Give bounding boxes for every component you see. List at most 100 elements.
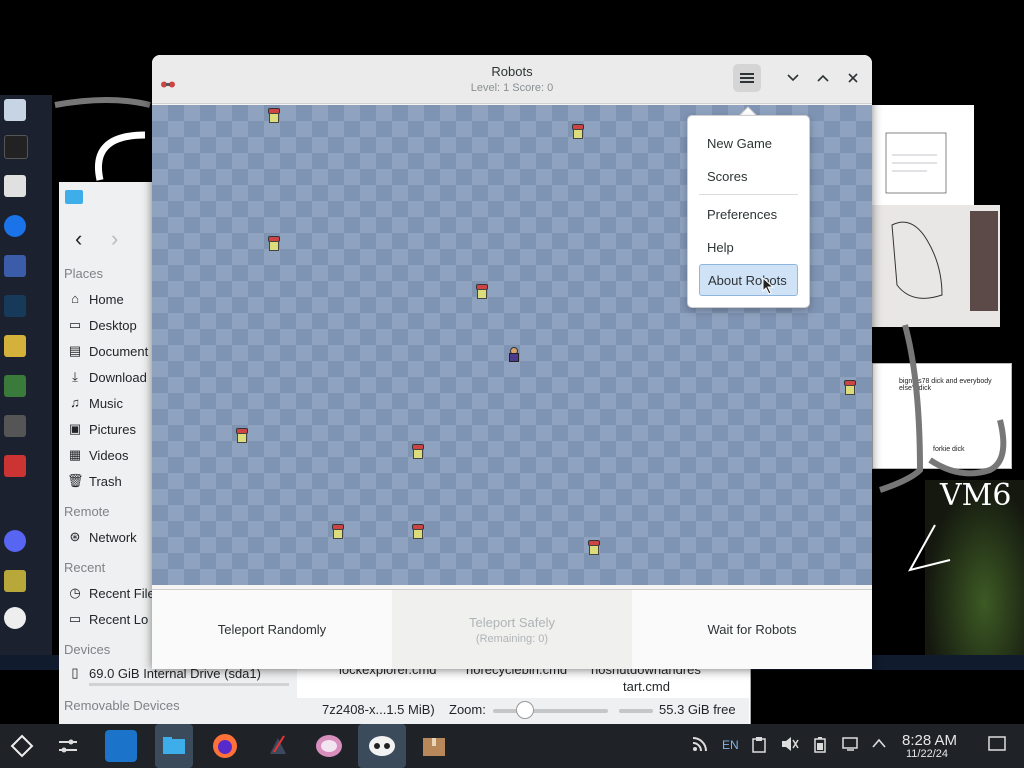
vm-desktop-icons xyxy=(0,95,52,655)
sidebar-item-label: Home xyxy=(89,291,124,307)
app-icon-3[interactable] xyxy=(4,415,26,437)
close-button[interactable] xyxy=(839,64,867,92)
clipboard-icon[interactable] xyxy=(752,736,766,756)
firefox-icon[interactable] xyxy=(209,730,241,762)
pictures-icon: ▣ xyxy=(68,421,82,436)
recent-files-icon: ◷ xyxy=(69,585,81,600)
robot xyxy=(475,284,488,299)
trash-icon: 🗑 xyxy=(67,473,84,488)
wait-for-robots-label: Wait for Robots xyxy=(707,622,797,637)
back-icon[interactable]: ‹ xyxy=(75,226,82,252)
dolphin-file-manager-icon[interactable] xyxy=(155,724,193,768)
level-score: Level: 1 Score: 0 xyxy=(470,82,554,94)
free-space-bar xyxy=(619,709,653,713)
zoom-slider-handle[interactable] xyxy=(516,701,534,719)
sidebar-item-documents[interactable]: ▤ Document xyxy=(67,341,148,361)
forward-icon[interactable]: › xyxy=(111,226,118,252)
free-space: 55.3 GiB free xyxy=(659,702,736,717)
ark-archive-icon[interactable] xyxy=(418,730,450,762)
rss-icon[interactable] xyxy=(692,736,708,755)
edge-icon[interactable] xyxy=(4,215,26,237)
clock-time[interactable]: 8:28 AM xyxy=(902,732,957,749)
robots-task-icon[interactable] xyxy=(358,724,406,768)
system-taskbar xyxy=(0,724,1024,768)
chevron-down-icon xyxy=(787,74,799,82)
keyboard-layout-indicator[interactable]: EN xyxy=(722,738,739,752)
wait-for-robots-button[interactable]: Wait for Robots xyxy=(632,590,872,669)
epic-games-icon[interactable] xyxy=(4,135,28,159)
sidebar-item-label: Videos xyxy=(89,447,129,463)
sidebar-item-videos[interactable]: ▦ Videos xyxy=(67,445,129,465)
drive-icon: ▯ xyxy=(71,665,79,680)
zoom-slider[interactable] xyxy=(493,709,608,713)
devices-heading: Devices xyxy=(64,642,111,657)
minimize-button[interactable] xyxy=(779,64,807,92)
recent-locations-icon: ▭ xyxy=(68,611,82,626)
menu-item-preferences[interactable]: Preferences xyxy=(699,199,798,229)
menu-separator xyxy=(699,194,798,195)
steam-icon[interactable] xyxy=(4,295,26,317)
sidebar-item-desktop[interactable]: ▭ Desktop xyxy=(67,315,137,335)
robot xyxy=(411,524,424,539)
maximize-button[interactable] xyxy=(809,64,837,92)
robot xyxy=(235,428,248,443)
show-desktop-icon[interactable] xyxy=(988,736,1006,755)
app-icon-5[interactable] xyxy=(4,570,26,592)
menu-item-about-robots[interactable]: About Robots xyxy=(699,264,798,296)
sidebar-item-label: Document xyxy=(89,343,149,359)
battery-icon[interactable] xyxy=(814,736,826,756)
teleport-randomly-button[interactable]: Teleport Randomly xyxy=(152,590,393,669)
discover-store-icon[interactable] xyxy=(105,730,137,762)
app-icon-4[interactable] xyxy=(4,455,26,477)
virtualbox-icon[interactable] xyxy=(4,255,26,277)
chat-app-icon[interactable] xyxy=(313,730,345,762)
app-icon[interactable] xyxy=(4,335,26,357)
robot xyxy=(331,524,344,539)
download-icon: ⤓ xyxy=(72,369,78,384)
volume-muted-icon[interactable] xyxy=(781,736,799,755)
sidebar-item-music[interactable]: ♫ Music xyxy=(67,393,123,413)
action-bar: Teleport Randomly Teleport Safely (Remai… xyxy=(152,589,872,669)
app-launcher-icon[interactable] xyxy=(6,730,38,762)
desktop-icon: ▭ xyxy=(68,317,82,332)
sidebar-item-network[interactable]: ⊛ Network xyxy=(67,527,137,547)
clock-date[interactable]: 11/22/24 xyxy=(906,748,948,760)
sidebar-item-downloads[interactable]: ⤓ Download xyxy=(67,367,147,387)
sidebar-item-label: Desktop xyxy=(89,317,137,333)
teleport-safely-button[interactable]: Teleport Safely (Remaining: 0) xyxy=(392,590,633,669)
removable-heading: Removable Devices xyxy=(64,698,180,713)
player-character xyxy=(507,347,519,362)
ubisoft-icon[interactable] xyxy=(4,607,26,629)
remote-heading: Remote xyxy=(64,504,110,519)
menu-item-new-game[interactable]: New Game xyxy=(699,128,798,158)
status-selection: 7z2408-x...1.5 MiB) xyxy=(322,702,435,717)
music-icon: ♫ xyxy=(70,395,80,410)
sketch-image xyxy=(872,205,1000,327)
scribble-drawing xyxy=(879,324,1007,572)
menu-item-help[interactable]: Help xyxy=(699,232,798,262)
logitech-icon[interactable] xyxy=(4,175,26,197)
sidebar-item-recent-files[interactable]: ◷ Recent File xyxy=(67,583,154,603)
sidebar-item-home[interactable]: ⌂ Home xyxy=(67,289,124,309)
recycle-bin-icon[interactable] xyxy=(4,99,26,121)
settings-sliders-icon[interactable] xyxy=(52,730,84,762)
sidebar-item-pictures[interactable]: ▣ Pictures xyxy=(67,419,136,439)
audio-app-icon[interactable] xyxy=(262,730,294,762)
discord-icon[interactable] xyxy=(4,530,26,552)
mouse-pointer-icon xyxy=(762,277,774,295)
network-status-icon[interactable] xyxy=(842,736,860,755)
app-icon-2[interactable] xyxy=(4,375,26,397)
sidebar-item-recent-locations[interactable]: ▭ Recent Lo xyxy=(67,609,148,629)
sidebar-item-trash[interactable]: 🗑 Trash xyxy=(67,471,122,491)
chevron-up-tray-icon[interactable] xyxy=(872,736,886,751)
folder-icon xyxy=(65,190,83,204)
app-menu-popover: New Game Scores Preferences Help About R… xyxy=(687,115,810,308)
hamburger-menu-button[interactable] xyxy=(733,64,761,92)
file-item-cont: tart.cmd xyxy=(623,679,670,694)
menu-item-scores[interactable]: Scores xyxy=(699,161,798,191)
document-icon: ▤ xyxy=(68,343,82,358)
sidebar-item-label: Pictures xyxy=(89,421,136,437)
chevron-up-icon xyxy=(817,74,829,82)
file-manager-toolbar: ‹ › xyxy=(59,182,154,258)
drawing-note-top xyxy=(872,105,974,205)
